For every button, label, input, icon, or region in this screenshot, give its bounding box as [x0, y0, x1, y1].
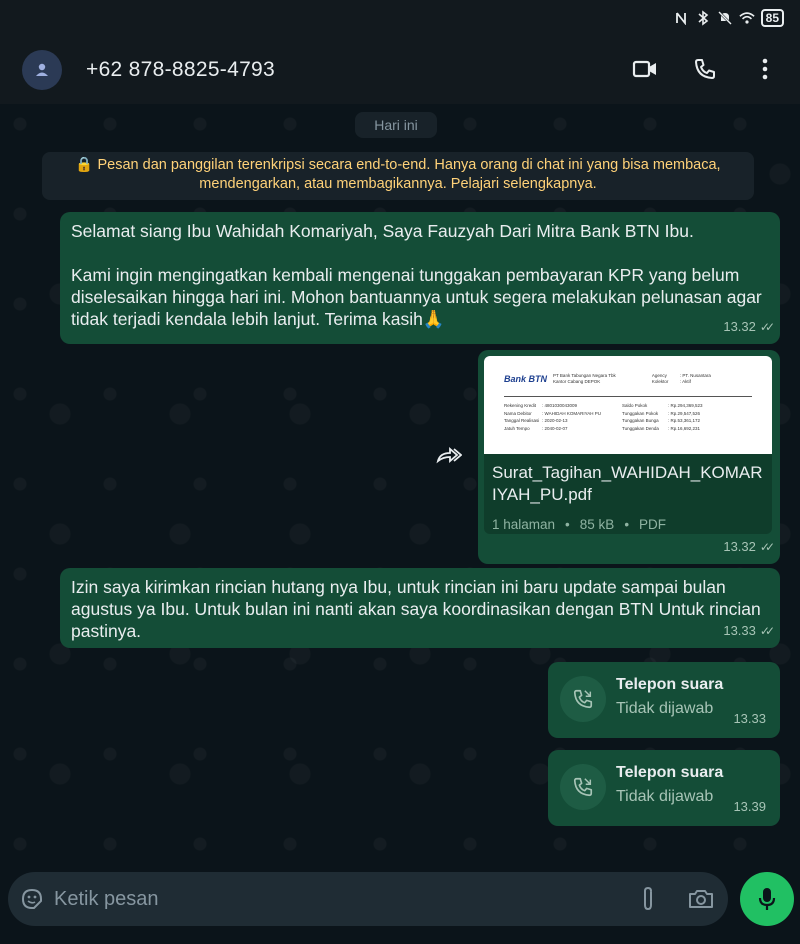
video-call-button[interactable] — [630, 54, 660, 84]
call-title: Telepon suara — [616, 764, 724, 781]
bluetooth-icon — [695, 10, 711, 26]
document-pages: 1 halaman — [492, 517, 556, 532]
bank-branch: Kantor Cabang DEPOK — [553, 379, 601, 384]
message-time: 13.33 — [733, 711, 766, 726]
message-time: 13.32 ✓✓ — [723, 536, 775, 558]
document-name[interactable]: Surat_Tagihan_WAHIDAH_KOMARIYAH_PU.pdf — [492, 462, 764, 506]
chat-area[interactable]: Hari ini 🔒 Pesan dan panggilan terenkrip… — [0, 104, 800, 860]
call-status: Tidak dijawab — [616, 700, 714, 717]
camera-button[interactable] — [686, 885, 716, 913]
read-ticks-icon: ✓✓ — [759, 624, 775, 638]
phone-icon — [695, 59, 715, 79]
person-icon — [36, 63, 48, 76]
message-time: 13.39 — [733, 799, 766, 814]
message-time: 13.33 ✓✓ — [723, 620, 775, 642]
document-preview[interactable]: Bank BTN PT Bank Tabungan Negara Tbk Kan… — [484, 356, 772, 454]
document-message[interactable]: Bank BTN PT Bank Tabungan Negara Tbk Kan… — [478, 350, 780, 564]
call-icon-badge — [560, 676, 606, 722]
read-ticks-icon: ✓✓ — [759, 320, 775, 334]
date-chip: Hari ini — [355, 112, 437, 138]
status-bar: 85 — [0, 0, 800, 36]
video-camera-icon — [632, 60, 656, 78]
message-time: 13.32 ✓✓ — [723, 316, 775, 338]
voice-record-button[interactable] — [740, 872, 794, 926]
call-icon-badge — [560, 764, 606, 810]
more-vertical-icon — [762, 58, 768, 80]
call-status: Tidak dijawab — [616, 788, 714, 805]
battery-indicator: 85 — [760, 9, 784, 27]
bank-btn-logo: Bank BTN — [504, 374, 548, 384]
message-input[interactable] — [54, 882, 574, 916]
sticker-icon — [21, 888, 42, 909]
message-text: Selamat siang Ibu Wahidah Komariyah, Say… — [71, 221, 762, 329]
missed-call-icon — [573, 777, 593, 797]
microphone-icon — [758, 888, 776, 910]
document-size: 85 kB — [579, 517, 615, 532]
more-options-button[interactable] — [750, 54, 780, 84]
mute-bell-icon — [717, 10, 733, 26]
attach-button[interactable] — [634, 885, 662, 913]
wifi-icon — [739, 10, 755, 26]
chat-header: +62 878-8825-4793 — [0, 36, 800, 104]
forward-button[interactable] — [432, 438, 466, 472]
document-type: PDF — [639, 517, 667, 532]
collector-label: Kolektor — [651, 379, 669, 384]
document-table: Rekening Kredit: 4801030043009 Saldo Poko… — [504, 396, 752, 454]
message-bubble[interactable]: Selamat siang Ibu Wahidah Komariyah, Say… — [60, 212, 780, 344]
paperclip-icon — [644, 886, 652, 911]
avatar[interactable] — [22, 50, 62, 90]
voice-call-button[interactable] — [690, 54, 720, 84]
contact-name[interactable]: +62 878-8825-4793 — [86, 58, 275, 82]
collector-value: : Aktif — [679, 379, 691, 384]
sticker-button[interactable] — [18, 885, 46, 913]
message-composer — [8, 872, 728, 926]
read-ticks-icon: ✓✓ — [759, 540, 775, 554]
forward-icon — [436, 447, 462, 464]
message-bubble[interactable]: Izin saya kirimkan rincian hutang nya Ib… — [60, 568, 780, 648]
camera-icon — [689, 890, 713, 908]
document-meta: 1 halaman • 85 kB • PDF — [492, 514, 764, 536]
encryption-notice[interactable]: 🔒 Pesan dan panggilan terenkripsi secara… — [42, 152, 754, 200]
missed-call-message[interactable]: Telepon suara Tidak dijawab 13.39 — [548, 750, 780, 826]
call-title: Telepon suara — [616, 676, 724, 693]
document-info[interactable]: Surat_Tagihan_WAHIDAH_KOMARIYAH_PU.pdf 1… — [484, 454, 772, 534]
missed-call-icon — [573, 689, 593, 709]
missed-call-message[interactable]: Telepon suara Tidak dijawab 13.33 — [548, 662, 780, 738]
message-text: Izin saya kirimkan rincian hutang nya Ib… — [71, 577, 766, 641]
nfc-icon — [673, 10, 689, 26]
